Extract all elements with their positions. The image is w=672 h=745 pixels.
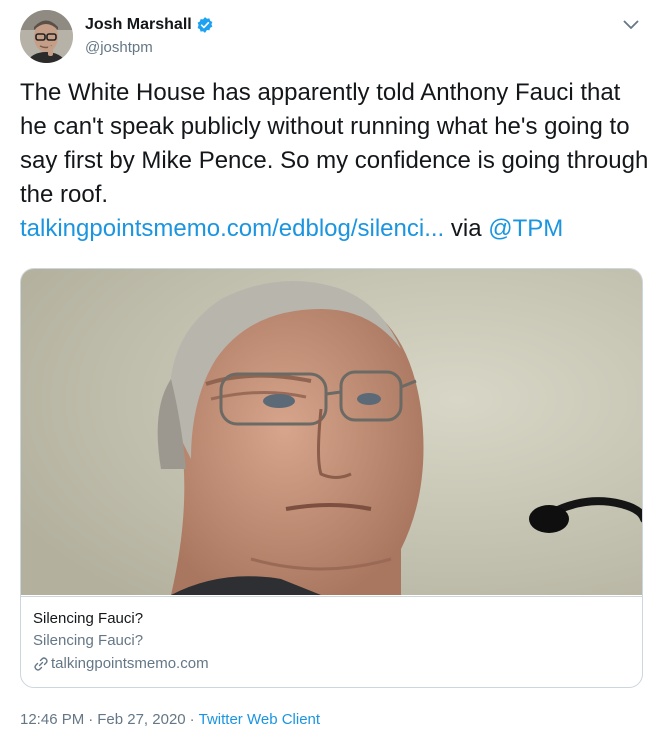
link-icon <box>33 656 49 672</box>
tweet-time[interactable]: 12:46 PM <box>20 711 84 728</box>
mention-link[interactable]: @TPM <box>488 215 563 242</box>
tweet-body: The White House has apparently told Anth… <box>20 79 649 208</box>
name-row: Josh Marshall <box>85 14 214 36</box>
card-description: Silencing Fauci? <box>33 632 144 649</box>
tweet-meta: 12:46 PM · Feb 27, 2020 · Twitter Web Cl… <box>20 711 320 728</box>
via-label: via <box>450 215 482 242</box>
link-card[interactable]: Silencing Fauci? Silencing Fauci? talkin… <box>20 268 643 688</box>
avatar[interactable] <box>20 10 73 63</box>
tweet-text: The White House has apparently told Anth… <box>20 76 650 246</box>
tweet-date[interactable]: Feb 27, 2020 <box>97 711 185 728</box>
card-title: Silencing Fauci? <box>33 610 144 627</box>
avatar-image <box>20 10 73 63</box>
verified-badge-icon <box>196 16 214 34</box>
meta-separator: · <box>189 711 195 728</box>
card-body[interactable]: Silencing Fauci? Silencing Fauci? talkin… <box>21 596 642 687</box>
article-link[interactable]: talkingpointsmemo.com/edblog/silenci... <box>20 215 444 242</box>
author-handle[interactable]: @joshtpm <box>85 39 214 56</box>
tweet-header: Josh Marshall @joshtpm <box>20 10 656 66</box>
chevron-down-icon[interactable] <box>620 14 642 36</box>
author-names: Josh Marshall @joshtpm <box>85 14 214 56</box>
display-name[interactable]: Josh Marshall <box>85 16 192 34</box>
tweet-container: Josh Marshall @joshtpm The White House h… <box>0 0 672 745</box>
card-domain-text: talkingpointsmemo.com <box>51 655 209 672</box>
meta-separator: · <box>88 711 94 728</box>
card-photo <box>21 269 642 595</box>
card-domain: talkingpointsmemo.com <box>33 654 642 674</box>
card-image[interactable] <box>21 269 642 595</box>
tweet-source[interactable]: Twitter Web Client <box>199 711 320 728</box>
